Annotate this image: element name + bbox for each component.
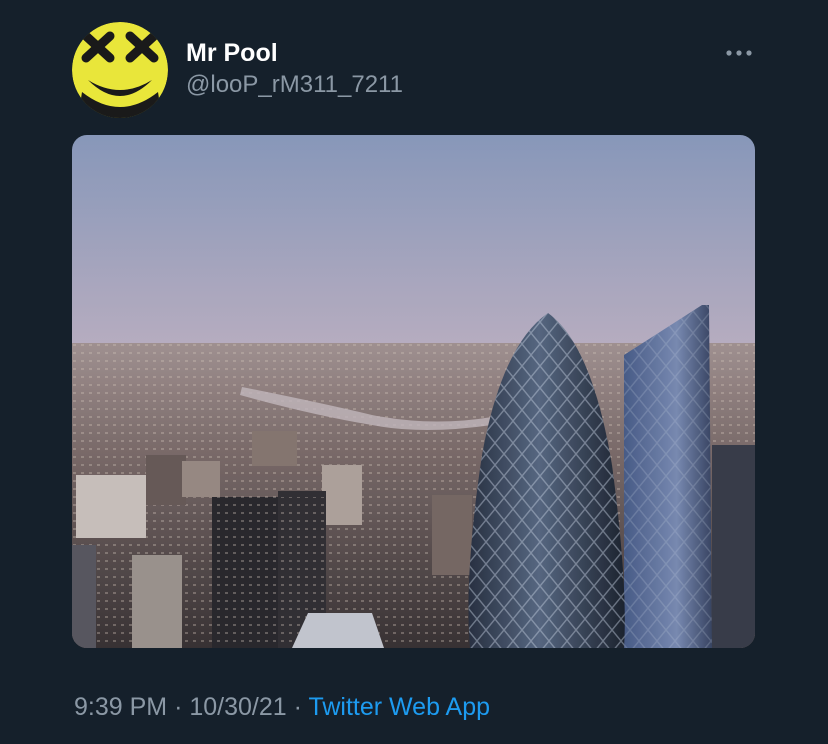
avatar[interactable] [72,22,168,118]
display-name[interactable]: Mr Pool [186,38,403,68]
tweet-meta: 9:39 PM · 10/30/21 · Twitter Web App [74,692,490,722]
tweet-source-link[interactable]: Twitter Web App [308,693,490,721]
tweet: Mr Pool @looP_rM311_7211 9:39 PM · 10/30… [0,0,828,744]
more-button[interactable] [722,38,756,68]
user-names: Mr Pool @looP_rM311_7211 [186,38,403,100]
meta-separator: · [293,693,302,721]
tweet-time[interactable]: 9:39 PM [74,693,167,721]
meta-separator: · [174,693,183,721]
tweet-photo[interactable] [72,135,755,648]
tweet-date[interactable]: 10/30/21 [189,693,286,721]
more-horizontal-icon [726,50,752,56]
user-handle[interactable]: @looP_rM311_7211 [186,70,403,100]
yellow-smiley-x-eyes-icon [72,22,168,118]
city-skyline-photo [72,135,755,648]
